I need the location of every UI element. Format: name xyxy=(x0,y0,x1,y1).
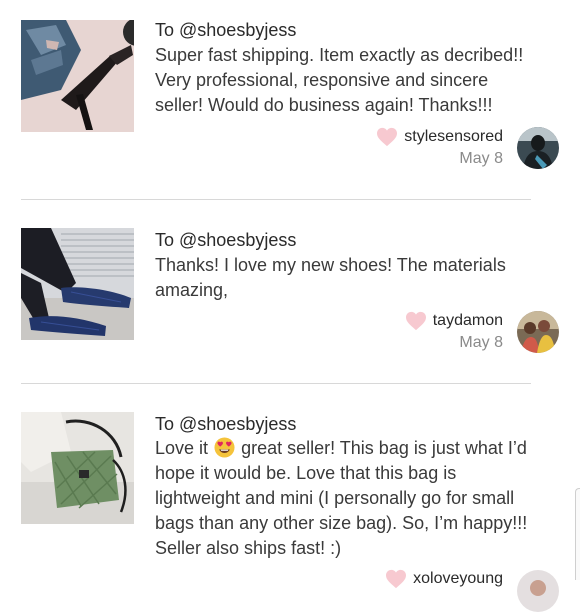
reviewer-username[interactable]: stylesensored xyxy=(404,128,503,146)
review-item: To @shoesbyjess Super fast shipping. Ite… xyxy=(0,0,580,200)
reviewer-username[interactable]: xoloveyoung xyxy=(413,570,503,588)
heart-eyes-emoji-icon xyxy=(214,437,235,458)
reviewer-username[interactable]: taydamon xyxy=(433,312,503,330)
review-text: Thanks! I love my new shoes! The materia… xyxy=(155,253,565,303)
user-avatar-icon xyxy=(517,570,559,612)
scrollbar[interactable] xyxy=(575,488,580,580)
review-text: Love it great seller! This bag is just w… xyxy=(155,436,565,561)
review-text: Super fast shipping. Item exactly as dec… xyxy=(155,43,565,118)
review-text-line: amazing, xyxy=(155,280,229,300)
heart-icon xyxy=(405,311,426,331)
review-text-line: Love it great seller! This bag is just w… xyxy=(155,436,565,461)
reviewer-avatar[interactable] xyxy=(517,127,559,169)
review-recipient[interactable]: To @shoesbyjess xyxy=(155,19,296,41)
review-text-line: seller! Would do business again! Thanks!… xyxy=(155,95,493,115)
review-text-segment: Love it xyxy=(155,438,209,458)
review-text-segment: great seller! This bag is just what I’d xyxy=(241,438,527,458)
reviewer-row: xoloveyoung xyxy=(385,568,503,590)
review-date: May 8 xyxy=(459,150,503,167)
review-text-line: Very professional, responsive and sincer… xyxy=(155,70,489,90)
review-item: To @shoesbyjess Thanks! I love my new sh… xyxy=(0,200,580,384)
review-item: To @shoesbyjess Love it great seller! Th… xyxy=(0,384,580,612)
review-text-line: Super fast shipping. Item exactly as dec… xyxy=(155,45,524,65)
review-text-line: Thanks! I love my new shoes! The materia… xyxy=(155,255,506,275)
loafers-photo-icon xyxy=(21,228,134,340)
reviewer-row: taydamon xyxy=(405,310,503,332)
review-text-line: lightweight and mini (I personally go fo… xyxy=(155,488,515,508)
review-date: May 8 xyxy=(459,334,503,351)
reviewer-avatar[interactable] xyxy=(517,311,559,353)
product-thumbnail[interactable] xyxy=(21,228,134,340)
user-avatar-icon xyxy=(517,127,559,169)
green-quilted-bag-photo-icon xyxy=(21,412,134,524)
review-recipient[interactable]: To @shoesbyjess xyxy=(155,229,296,251)
product-thumbnail[interactable] xyxy=(21,20,134,132)
user-avatar-icon xyxy=(517,311,559,353)
heels-photo-icon xyxy=(21,20,134,132)
heart-icon xyxy=(386,569,407,589)
review-recipient[interactable]: To @shoesbyjess xyxy=(155,413,296,435)
review-text-line: Seller also ships fast! :) xyxy=(155,538,342,558)
reviewer-row: stylesensored xyxy=(376,126,503,148)
review-text-line: bags than any other size bag). So, I’m h… xyxy=(155,513,528,533)
review-text-line: hope it would be. Love that this bag is xyxy=(155,463,457,483)
heart-icon xyxy=(377,127,398,147)
reviewer-avatar[interactable] xyxy=(517,570,559,612)
product-thumbnail[interactable] xyxy=(21,412,134,524)
